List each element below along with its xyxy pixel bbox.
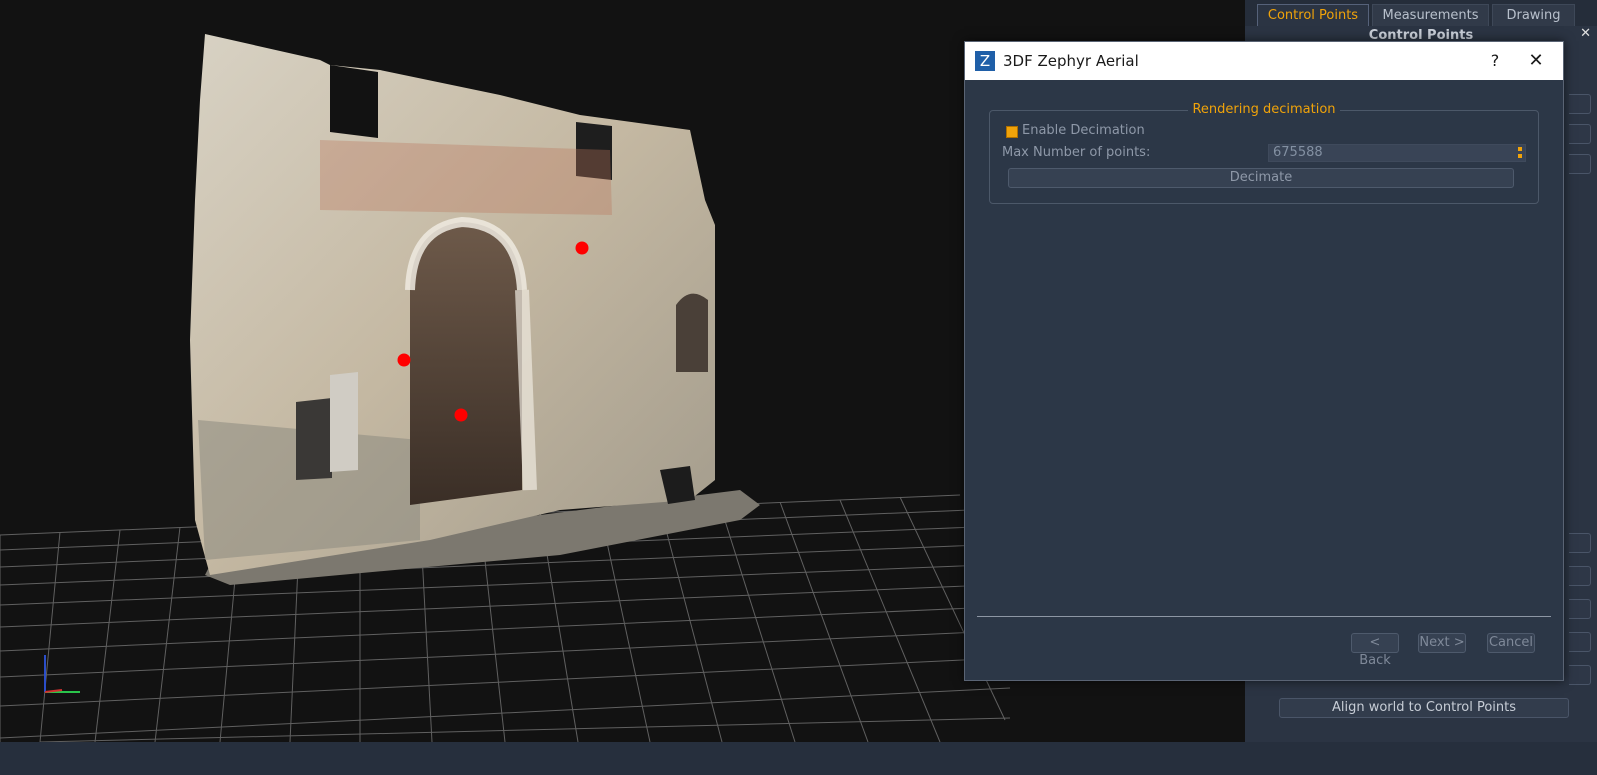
help-button[interactable]: ? xyxy=(1483,49,1507,73)
tab-control-points[interactable]: Control Points xyxy=(1257,4,1369,26)
control-point-marker[interactable] xyxy=(575,241,589,255)
decimate-button[interactable]: Decimate xyxy=(1008,168,1514,188)
dialog-title: 3DF Zephyr Aerial xyxy=(1003,52,1139,70)
panel-control-stub xyxy=(1569,533,1591,553)
group-title: Rendering decimation xyxy=(1188,102,1340,117)
panel-control-stub xyxy=(1569,94,1591,114)
panel-control-stub xyxy=(1569,124,1591,144)
decimation-dialog: Z 3DF Zephyr Aerial ? ✕ Rendering decima… xyxy=(964,41,1564,681)
spin-arrows-icon[interactable] xyxy=(1517,146,1523,160)
control-point-marker[interactable] xyxy=(454,408,468,422)
dialog-separator xyxy=(977,616,1551,617)
enable-decimation-label[interactable]: Enable Decimation xyxy=(1022,123,1145,138)
panel-control-stub xyxy=(1569,599,1591,619)
panel-control-stub xyxy=(1569,632,1591,652)
close-icon[interactable]: ✕ xyxy=(1580,26,1591,41)
panel-tab-bar: Control Points Measurements Drawing xyxy=(1245,0,1597,26)
tab-drawing[interactable]: Drawing xyxy=(1492,4,1575,26)
panel-control-stub xyxy=(1569,566,1591,586)
facade-point-cloud xyxy=(190,34,715,575)
panel-control-stub xyxy=(1569,665,1591,685)
control-point-marker[interactable] xyxy=(397,353,411,367)
panel-control-stub xyxy=(1569,154,1591,174)
max-points-label: Max Number of points: xyxy=(1002,145,1151,160)
back-button[interactable]: < Back xyxy=(1351,633,1399,668)
zephyr-app-icon: Z xyxy=(975,51,995,71)
max-points-spinbox[interactable]: 675588 xyxy=(1268,144,1526,162)
align-world-button[interactable]: Align world to Control Points xyxy=(1279,698,1569,718)
next-button[interactable]: Next > xyxy=(1418,633,1466,653)
dialog-titlebar[interactable]: Z 3DF Zephyr Aerial ? ✕ xyxy=(965,42,1563,80)
status-bar xyxy=(0,742,1597,775)
tab-measurements[interactable]: Measurements xyxy=(1372,4,1489,26)
max-points-value: 675588 xyxy=(1273,145,1323,160)
cancel-button[interactable]: Cancel xyxy=(1487,633,1535,653)
close-button[interactable]: ✕ xyxy=(1521,47,1551,75)
rendering-decimation-group: Rendering decimation Enable Decimation M… xyxy=(989,102,1539,204)
enable-decimation-checkbox[interactable] xyxy=(1006,126,1018,138)
